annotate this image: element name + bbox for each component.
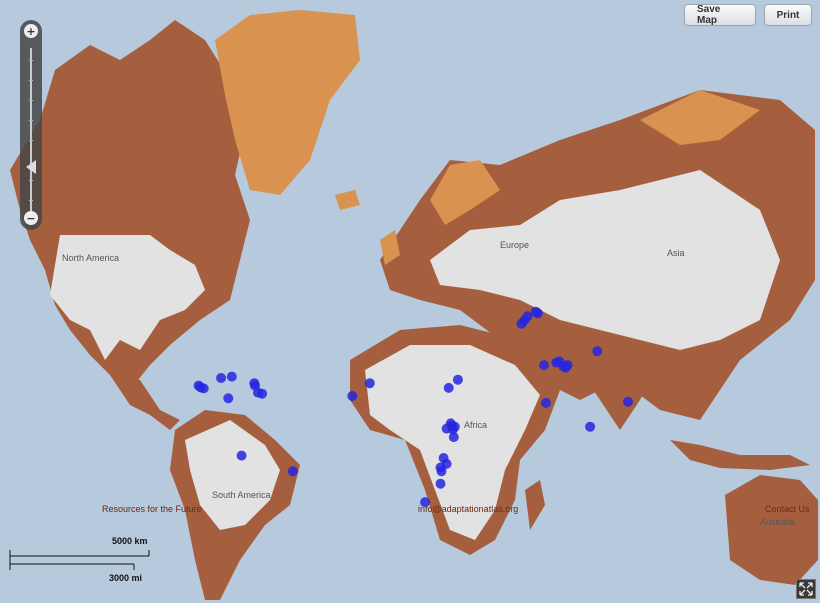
scale-mi-label: 3000 mi <box>109 573 143 583</box>
project-location-marker[interactable] <box>436 466 447 477</box>
project-location-marker[interactable] <box>198 383 209 394</box>
project-location-marker[interactable] <box>287 466 298 477</box>
north-america-label: North America <box>62 253 120 263</box>
zoom-tick <box>29 80 33 81</box>
world-map[interactable]: North America South America Europe Asia … <box>0 0 820 603</box>
footer-credit: Resources for the Future <box>102 504 202 514</box>
project-location-marker[interactable] <box>257 388 268 399</box>
zoom-slider[interactable]: + − <box>20 20 42 230</box>
project-location-marker[interactable] <box>452 374 463 385</box>
scale-lines <box>9 550 150 570</box>
australia-label: Australia <box>760 517 796 527</box>
save-map-button[interactable]: Save Map <box>684 4 756 26</box>
africa-label: Africa <box>464 420 488 430</box>
zoom-tick <box>29 140 33 141</box>
project-location-marker[interactable] <box>216 373 227 383</box>
project-location-marker[interactable] <box>623 396 633 407</box>
zoom-tick <box>29 200 33 201</box>
south-america-label: South America <box>212 490 271 500</box>
project-location-marker[interactable] <box>592 346 603 357</box>
project-location-marker[interactable] <box>541 397 551 408</box>
project-location-marker[interactable] <box>441 423 452 434</box>
fullscreen-button[interactable] <box>796 579 816 599</box>
zoom-tick <box>29 100 33 101</box>
expand-icon <box>799 582 813 596</box>
zoom-out-button[interactable]: − <box>24 211 38 225</box>
project-location-marker[interactable] <box>448 432 459 443</box>
project-location-marker[interactable] <box>347 391 358 401</box>
project-location-marker[interactable] <box>435 478 446 489</box>
zoom-handle[interactable] <box>26 160 36 174</box>
europe-label: Europe <box>500 240 530 250</box>
zoom-tick <box>29 120 33 121</box>
project-location-marker[interactable] <box>532 308 543 319</box>
project-location-marker[interactable] <box>443 382 454 393</box>
plus-icon: + <box>26 24 36 38</box>
project-location-marker[interactable] <box>223 393 234 404</box>
project-location-marker[interactable] <box>585 421 596 432</box>
project-location-marker[interactable] <box>364 378 375 389</box>
print-button[interactable]: Print <box>764 4 812 26</box>
contact-email-link[interactable]: info@adaptationatlas.org <box>418 504 518 514</box>
project-location-marker[interactable] <box>226 371 237 382</box>
project-location-marker[interactable] <box>236 450 247 461</box>
zoom-tick <box>29 60 33 61</box>
project-location-marker[interactable] <box>562 360 573 371</box>
minus-icon: − <box>26 211 36 225</box>
project-location-marker[interactable] <box>539 360 549 371</box>
contact-us-link[interactable]: Contact Us <box>765 504 810 514</box>
asia-label: Asia <box>667 248 685 258</box>
zoom-tick <box>29 180 33 181</box>
zoom-in-button[interactable]: + <box>24 24 38 38</box>
scale-bar: 5000 km 3000 mi <box>9 536 189 584</box>
zoom-track[interactable] <box>30 48 32 218</box>
